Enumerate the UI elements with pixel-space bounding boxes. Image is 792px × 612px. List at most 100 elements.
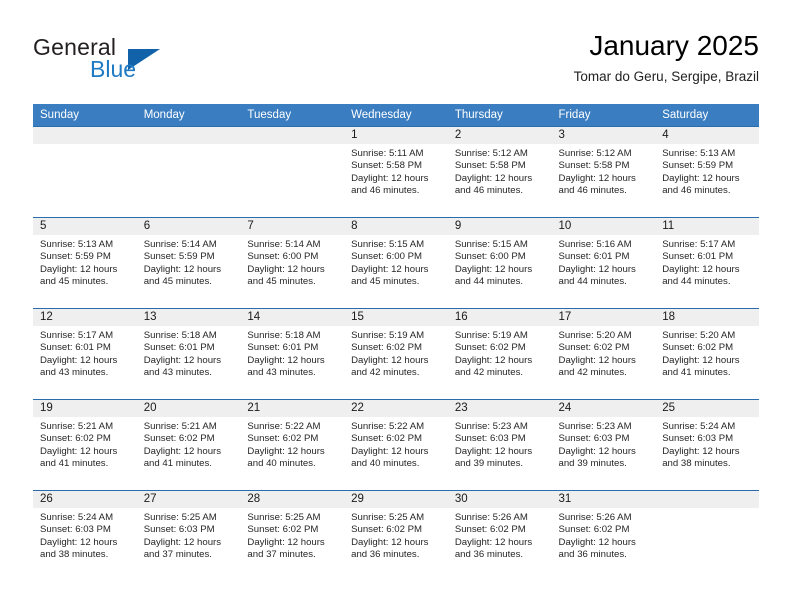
calendar-day-cell[interactable]: 1 Sunrise: 5:11 AM Sunset: 5:58 PM Daylight… bbox=[344, 126, 448, 218]
calendar-day-cell[interactable]: 19 Sunrise: 5:21 AM Sunset: 6:02 PM Dayligh… bbox=[33, 399, 137, 491]
calendar-day-cell[interactable]: 8 Sunrise: 5:15 AM Sunset: 6:00 PM Daylight… bbox=[344, 217, 448, 309]
calendar-day-cell[interactable]: 28 Sunrise: 5:25 AM Sunset: 6:02 PM Dayligh… bbox=[240, 490, 345, 581]
calendar-day-cell[interactable]: 10 Sunrise: 5:16 AM Sunset: 6:01 PM Dayligh… bbox=[551, 217, 656, 309]
calendar-day-cell[interactable]: 16 Sunrise: 5:19 AM Sunset: 6:02 PM Dayligh… bbox=[447, 308, 552, 400]
daylight-text-line1: Daylight: 12 hours bbox=[351, 445, 429, 457]
calendar-day-cell[interactable]: 11 Sunrise: 5:17 AM Sunset: 6:01 PM Dayligh… bbox=[655, 217, 759, 309]
day-details: Sunrise: 5:25 AM Sunset: 6:02 PM Daylight:… bbox=[240, 508, 344, 561]
sunset-text: Sunset: 6:02 PM bbox=[247, 433, 319, 445]
sunset-text: Sunset: 6:03 PM bbox=[143, 524, 215, 536]
day-cell-content: 7 Sunrise: 5:14 AM Sunset: 6:00 PM Daylight… bbox=[240, 218, 345, 308]
day-cell-content: 15 Sunrise: 5:19 AM Sunset: 6:02 PM Dayligh… bbox=[344, 309, 448, 399]
sunrise-text: Sunrise: 5:23 AM bbox=[454, 421, 528, 432]
daylight-text-line2: and 44 minutes. bbox=[558, 275, 627, 287]
calendar-day-cell[interactable]: 27 Sunrise: 5:25 AM Sunset: 6:03 PM Dayligh… bbox=[136, 490, 241, 581]
sunrise-text: Sunrise: 5:14 AM bbox=[247, 239, 321, 250]
daylight-text-line1: Daylight: 12 hours bbox=[247, 354, 325, 366]
day-cell-content: 9 Sunrise: 5:15 AM Sunset: 6:00 PM Daylight… bbox=[447, 218, 552, 308]
day-cell-content: 5 Sunrise: 5:13 AM Sunset: 5:59 PM Daylight… bbox=[33, 218, 137, 308]
calendar-day-cell[interactable]: 20 Sunrise: 5:21 AM Sunset: 6:02 PM Dayligh… bbox=[136, 399, 241, 491]
day-cell-content: 3 Sunrise: 5:12 AM Sunset: 5:58 PM Daylight… bbox=[551, 127, 656, 217]
sunset-text: Sunset: 6:03 PM bbox=[662, 433, 734, 445]
calendar-day-cell[interactable]: 25 Sunrise: 5:24 AM Sunset: 6:03 PM Dayligh… bbox=[655, 399, 759, 491]
calendar-day-cell[interactable]: 15 Sunrise: 5:19 AM Sunset: 6:02 PM Dayligh… bbox=[344, 308, 448, 400]
day-number bbox=[240, 127, 345, 144]
calendar-day-cell[interactable]: 14 Sunrise: 5:18 AM Sunset: 6:01 PM Dayligh… bbox=[240, 308, 345, 400]
general-blue-logo[interactable]: General Blue bbox=[33, 34, 213, 90]
sunset-text: Sunset: 6:02 PM bbox=[454, 342, 526, 354]
daylight-text-line1: Daylight: 12 hours bbox=[662, 263, 740, 275]
calendar-day-cell[interactable]: 30 Sunrise: 5:26 AM Sunset: 6:02 PM Dayligh… bbox=[447, 490, 552, 581]
day-number: 16 bbox=[447, 309, 552, 326]
calendar-page: General Blue January 2025 Tomar do Geru,… bbox=[0, 0, 792, 612]
daylight-text-line1: Daylight: 12 hours bbox=[454, 263, 533, 275]
day-cell-content: 30 Sunrise: 5:26 AM Sunset: 6:02 PM Dayligh… bbox=[447, 491, 552, 581]
day-details: Sunrise: 5:13 AM Sunset: 5:59 PM Daylight:… bbox=[33, 235, 137, 288]
empty-day bbox=[33, 127, 137, 217]
day-number: 11 bbox=[655, 218, 759, 235]
day-number: 25 bbox=[655, 400, 759, 417]
sunset-text: Sunset: 6:00 PM bbox=[351, 251, 423, 263]
sunset-text: Sunset: 6:00 PM bbox=[247, 251, 319, 263]
weekday-header-monday: Monday bbox=[136, 104, 241, 127]
day-number: 21 bbox=[240, 400, 345, 417]
daylight-text-line2: and 43 minutes. bbox=[143, 366, 212, 378]
calendar-day-cell[interactable]: 3 Sunrise: 5:12 AM Sunset: 5:58 PM Daylight… bbox=[551, 126, 656, 218]
daylight-text-line2: and 39 minutes. bbox=[558, 457, 627, 469]
calendar-day-cell[interactable]: 22 Sunrise: 5:22 AM Sunset: 6:02 PM Dayligh… bbox=[344, 399, 448, 491]
daylight-text-line1: Daylight: 12 hours bbox=[40, 354, 118, 366]
calendar-day-cell[interactable]: 2 Sunrise: 5:12 AM Sunset: 5:58 PM Daylight… bbox=[447, 126, 552, 218]
sunset-text: Sunset: 5:59 PM bbox=[143, 251, 215, 263]
calendar-day-cell[interactable]: 23 Sunrise: 5:23 AM Sunset: 6:03 PM Dayligh… bbox=[447, 399, 552, 491]
calendar-day-cell[interactable]: 17 Sunrise: 5:20 AM Sunset: 6:02 PM Dayligh… bbox=[551, 308, 656, 400]
daylight-text-line1: Daylight: 12 hours bbox=[247, 263, 325, 275]
day-cell-content: 16 Sunrise: 5:19 AM Sunset: 6:02 PM Dayligh… bbox=[447, 309, 552, 399]
sunset-text: Sunset: 6:00 PM bbox=[454, 251, 526, 263]
sunset-text: Sunset: 5:58 PM bbox=[351, 160, 423, 172]
title-block: January 2025 Tomar do Geru, Sergipe, Bra… bbox=[574, 28, 759, 88]
calendar-day-cell[interactable]: 29 Sunrise: 5:25 AM Sunset: 6:02 PM Dayligh… bbox=[344, 490, 448, 581]
calendar-day-cell[interactable]: 21 Sunrise: 5:22 AM Sunset: 6:02 PM Dayligh… bbox=[240, 399, 345, 491]
sunrise-text: Sunrise: 5:19 AM bbox=[454, 330, 528, 341]
day-cell-content: 20 Sunrise: 5:21 AM Sunset: 6:02 PM Dayligh… bbox=[136, 400, 241, 490]
day-cell-content: 10 Sunrise: 5:16 AM Sunset: 6:01 PM Dayligh… bbox=[551, 218, 656, 308]
calendar-day-cell[interactable]: 24 Sunrise: 5:23 AM Sunset: 6:03 PM Dayligh… bbox=[551, 399, 656, 491]
day-details: Sunrise: 5:20 AM Sunset: 6:02 PM Daylight:… bbox=[655, 326, 759, 379]
daylight-text-line2: and 45 minutes. bbox=[40, 275, 109, 287]
calendar-week-row: 12 Sunrise: 5:17 AM Sunset: 6:01 PM Dayligh… bbox=[33, 308, 759, 400]
day-details: Sunrise: 5:12 AM Sunset: 5:58 PM Daylight:… bbox=[552, 144, 656, 197]
calendar-day-cell[interactable]: 26 Sunrise: 5:24 AM Sunset: 6:03 PM Dayligh… bbox=[33, 490, 137, 581]
sunset-text: Sunset: 6:02 PM bbox=[662, 342, 734, 354]
daylight-text-line2: and 37 minutes. bbox=[247, 548, 316, 560]
day-cell-content: 12 Sunrise: 5:17 AM Sunset: 6:01 PM Dayligh… bbox=[33, 309, 137, 399]
sunrise-text: Sunrise: 5:18 AM bbox=[247, 330, 321, 341]
sunrise-text: Sunrise: 5:18 AM bbox=[143, 330, 217, 341]
day-details: Sunrise: 5:24 AM Sunset: 6:03 PM Daylight:… bbox=[655, 417, 759, 470]
sunset-text: Sunset: 6:03 PM bbox=[40, 524, 111, 536]
sunrise-text: Sunrise: 5:17 AM bbox=[662, 239, 736, 250]
sunset-text: Sunset: 6:02 PM bbox=[351, 524, 423, 536]
sunrise-text: Sunrise: 5:12 AM bbox=[454, 148, 528, 159]
sunset-text: Sunset: 5:59 PM bbox=[662, 160, 734, 172]
day-cell-content: 22 Sunrise: 5:22 AM Sunset: 6:02 PM Dayligh… bbox=[344, 400, 448, 490]
calendar-day-cell[interactable]: 7 Sunrise: 5:14 AM Sunset: 6:00 PM Daylight… bbox=[240, 217, 345, 309]
calendar-day-cell[interactable]: 12 Sunrise: 5:17 AM Sunset: 6:01 PM Dayligh… bbox=[33, 308, 137, 400]
day-details: Sunrise: 5:17 AM Sunset: 6:01 PM Daylight:… bbox=[33, 326, 137, 379]
calendar-day-cell[interactable]: 18 Sunrise: 5:20 AM Sunset: 6:02 PM Dayligh… bbox=[655, 308, 759, 400]
calendar-day-cell[interactable]: 9 Sunrise: 5:15 AM Sunset: 6:00 PM Daylight… bbox=[447, 217, 552, 309]
day-number: 22 bbox=[344, 400, 448, 417]
day-details: Sunrise: 5:18 AM Sunset: 6:01 PM Daylight:… bbox=[240, 326, 344, 379]
day-cell-content: 27 Sunrise: 5:25 AM Sunset: 6:03 PM Dayligh… bbox=[136, 491, 241, 581]
calendar-day-cell[interactable]: 13 Sunrise: 5:18 AM Sunset: 6:01 PM Dayligh… bbox=[136, 308, 241, 400]
day-cell-content: 14 Sunrise: 5:18 AM Sunset: 6:01 PM Dayligh… bbox=[240, 309, 345, 399]
calendar-day-cell[interactable]: 31 Sunrise: 5:26 AM Sunset: 6:02 PM Dayligh… bbox=[551, 490, 656, 581]
day-details: Sunrise: 5:11 AM Sunset: 5:58 PM Daylight:… bbox=[344, 144, 448, 197]
day-details: Sunrise: 5:20 AM Sunset: 6:02 PM Daylight:… bbox=[552, 326, 656, 379]
day-cell-content: 25 Sunrise: 5:24 AM Sunset: 6:03 PM Dayligh… bbox=[655, 400, 759, 490]
calendar-day-cell[interactable]: 5 Sunrise: 5:13 AM Sunset: 5:59 PM Daylight… bbox=[33, 217, 137, 309]
calendar-day-cell[interactable]: 6 Sunrise: 5:14 AM Sunset: 5:59 PM Daylight… bbox=[136, 217, 241, 309]
calendar-day-cell[interactable]: 4 Sunrise: 5:13 AM Sunset: 5:59 PM Daylight… bbox=[655, 126, 759, 218]
daylight-text-line2: and 36 minutes. bbox=[351, 548, 420, 560]
daylight-text-line2: and 41 minutes. bbox=[143, 457, 212, 469]
day-number: 12 bbox=[33, 309, 137, 326]
